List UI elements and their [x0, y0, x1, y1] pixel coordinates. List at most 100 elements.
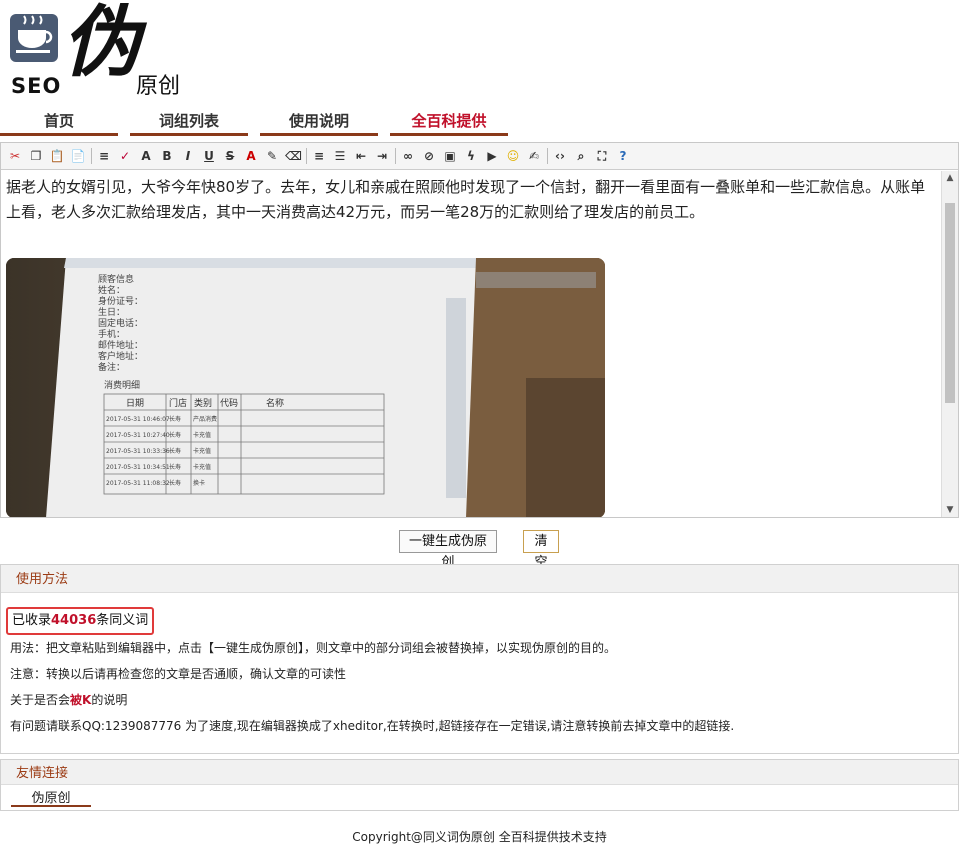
synonym-count: 44036 [51, 613, 97, 628]
photo-field-7: 客户地址： [98, 350, 143, 362]
photo-row-3-store: 长寿 [169, 463, 181, 471]
nav-phrase-list[interactable]: 词组列表 [130, 108, 248, 136]
logo-seo-text: SEO [11, 74, 62, 98]
editor-toolbar: ✂ ❐ 📋 📄 ≡ ✓ A B I U S A ✎ ⌫ ≡ ☰ ⇤ ⇥ ∞ ⊘ ▣ ϟ ▶ ☺ ✍ ‹› ⌕ ⛶? [1, 143, 958, 170]
photo-row-2-date: 2017-05-31 10:33:36 [106, 448, 170, 455]
rich-text-editor: ✂ ❐ 📋 📄 ≡ ✓ A B I U S A ✎ ⌫ ≡ ☰ ⇤ ⇥ ∞ ⊘ ▣ ϟ ▶ ☺ ✍ ‹› ⌕ ⛶? 据老人的女婿引见，… [0, 142, 959, 518]
penalty-link[interactable]: 被K [70, 693, 91, 707]
photo-row-0-date: 2017-05-31 10:46:07 [106, 416, 170, 423]
editor-content[interactable]: 据老人的女婿引见，大爷今年快80岁了。去年，女儿和亲戚在照顾他时发现了一个信封，… [1, 171, 942, 517]
paste-icon[interactable]: 📋 [49, 148, 65, 164]
photo-row-3-type: 卡充值 [193, 463, 211, 471]
emoticon-icon[interactable]: ☺ [505, 148, 521, 164]
italic-icon[interactable]: I [180, 148, 196, 164]
logo-big-char: 伪 [62, 0, 141, 88]
photo-col-2: 类别 [194, 397, 212, 409]
site-logo[interactable]: SEO 伪 原创 [8, 4, 208, 100]
contact-line: 有问题请联系QQ:1239087776 为了速度,现在编辑器换成了xhedito… [10, 719, 735, 733]
underline-icon[interactable]: U [201, 148, 217, 164]
preview-icon[interactable]: ⌕ [573, 148, 589, 164]
scroll-down-arrow-icon[interactable]: ▼ [942, 503, 958, 517]
photo-row-4-date: 2017-05-31 11:08:32 [106, 480, 170, 487]
friend-links-header: 友情连接 [1, 760, 958, 785]
photo-col-3: 代码 [220, 398, 238, 409]
friend-links-section: 友情连接 伪原创 [0, 759, 959, 811]
logo-small-text: 原创 [136, 74, 181, 99]
photo-col-1: 门店 [169, 397, 187, 409]
photo-col-0: 日期 [126, 398, 144, 409]
footer-copyright: Copyright@同义词伪原创 全百科提供技术支持 [352, 830, 607, 844]
coffee-cup-icon [10, 14, 58, 62]
photo-row-0-type: 产品消费 [193, 415, 217, 423]
generate-button[interactable]: 一键生成伪原创 [399, 530, 497, 570]
photo-field-2: 身份证号： [98, 295, 143, 307]
clear-button[interactable]: 清空 [523, 530, 559, 570]
edit-icon[interactable]: ✍ [526, 148, 542, 164]
media-icon[interactable]: ▶ [484, 148, 500, 164]
font-icon[interactable]: A [138, 148, 154, 164]
usage-line: 用法：把文章粘贴到编辑器中，点击【一键生成伪原创】，则文章中的部分词组会被替换掉… [10, 641, 617, 655]
count-suffix: 条同义词 [96, 613, 149, 628]
synonym-count-box: 已收录44036条同义词 [6, 607, 155, 635]
editor-paragraph: 据老人的女婿引见，大爷今年快80岁了。去年，女儿和亲戚在照顾他时发现了一个信封，… [6, 178, 926, 221]
editor-scrollbar[interactable]: ▲ ▼ [941, 171, 958, 517]
list-icon[interactable]: ☰ [332, 148, 348, 164]
photo-row-2-type: 卡充值 [193, 447, 211, 455]
cut-icon[interactable]: ✂ [7, 148, 23, 164]
photo-row-4-type: 换卡 [193, 479, 205, 487]
toolbar-separator [91, 148, 92, 164]
nav-instructions[interactable]: 使用说明 [260, 108, 378, 136]
penalty-prefix: 关于是否会 [10, 693, 71, 707]
friend-link-item[interactable]: 伪原创 [11, 787, 91, 807]
photo-row-4-store: 长寿 [169, 479, 181, 487]
align-icon[interactable]: ≡ [311, 148, 327, 164]
nav-quanbaike[interactable]: 全百科提供 [390, 108, 508, 136]
photo-field-6: 邮件地址： [98, 339, 143, 351]
image-icon[interactable]: ▣ [442, 148, 458, 164]
photo-row-1-date: 2017-05-31 10:27:40 [106, 432, 170, 439]
toolbar-separator [306, 148, 307, 164]
font-color-icon[interactable]: A [243, 148, 259, 164]
photo-heading: 消费明细 [104, 379, 140, 391]
photo-field-1: 姓名： [98, 284, 125, 296]
photo-row-0-store: 长寿 [169, 415, 181, 423]
about-icon[interactable]: ? [615, 148, 631, 164]
nav-home[interactable]: 首页 [0, 108, 118, 136]
link-icon[interactable]: ∞ [400, 148, 416, 164]
fullscreen-icon[interactable]: ⛶ [594, 148, 610, 164]
photo-row-3-date: 2017-05-31 10:34:51 [106, 464, 170, 471]
count-prefix: 已收录 [12, 613, 52, 628]
photo-field-4: 固定电话： [98, 317, 143, 329]
photo-field-8: 备注： [98, 361, 125, 373]
photo-field-0: 顾客信息 [98, 273, 134, 285]
copy-icon[interactable]: ❐ [28, 148, 44, 164]
outdent-icon[interactable]: ⇤ [353, 148, 369, 164]
penalty-line[interactable]: 关于是否会被K的说明 [10, 691, 127, 708]
source-icon[interactable]: ‹› [552, 148, 568, 164]
photo-field-5: 手机： [98, 328, 125, 340]
photo-field-3: 生日： [98, 306, 125, 318]
flash-icon[interactable]: ϟ [463, 148, 479, 164]
photo-row-1-type: 卡充值 [193, 431, 211, 439]
strikethrough-icon[interactable]: S [222, 148, 238, 164]
toolbar-separator [395, 148, 396, 164]
unlink-icon[interactable]: ⊘ [421, 148, 437, 164]
photo-col-4: 名称 [266, 397, 284, 409]
remove-format-icon[interactable]: ⌫ [285, 148, 302, 164]
indent-icon[interactable]: ⇥ [374, 148, 390, 164]
bold-icon[interactable]: B [159, 148, 175, 164]
usage-section: 使用方法 已收录44036条同义词 用法：把文章粘贴到编辑器中，点击【一键生成伪… [0, 564, 959, 754]
photo-row-1-store: 长寿 [169, 431, 181, 439]
article-photo: 顾客信息 姓名： 身份证号： 生日： 固定电话： 手机： 邮件地址： 客户地址：… [6, 258, 605, 517]
spellcheck-icon[interactable]: ✓ [117, 148, 133, 164]
format-icon[interactable]: ≡ [96, 148, 112, 164]
usage-header: 使用方法 [1, 565, 958, 593]
paste-text-icon[interactable]: 📄 [70, 148, 86, 164]
photo-row-2-store: 长寿 [169, 447, 181, 455]
note-line: 注意：转换以后请再检查您的文章是否通顺，确认文章的可读性 [10, 667, 347, 681]
toolbar-separator [547, 148, 548, 164]
scrollbar-thumb[interactable] [945, 203, 955, 403]
scroll-up-arrow-icon[interactable]: ▲ [942, 171, 958, 185]
penalty-suffix: 的说明 [91, 693, 128, 707]
highlight-icon[interactable]: ✎ [264, 148, 280, 164]
